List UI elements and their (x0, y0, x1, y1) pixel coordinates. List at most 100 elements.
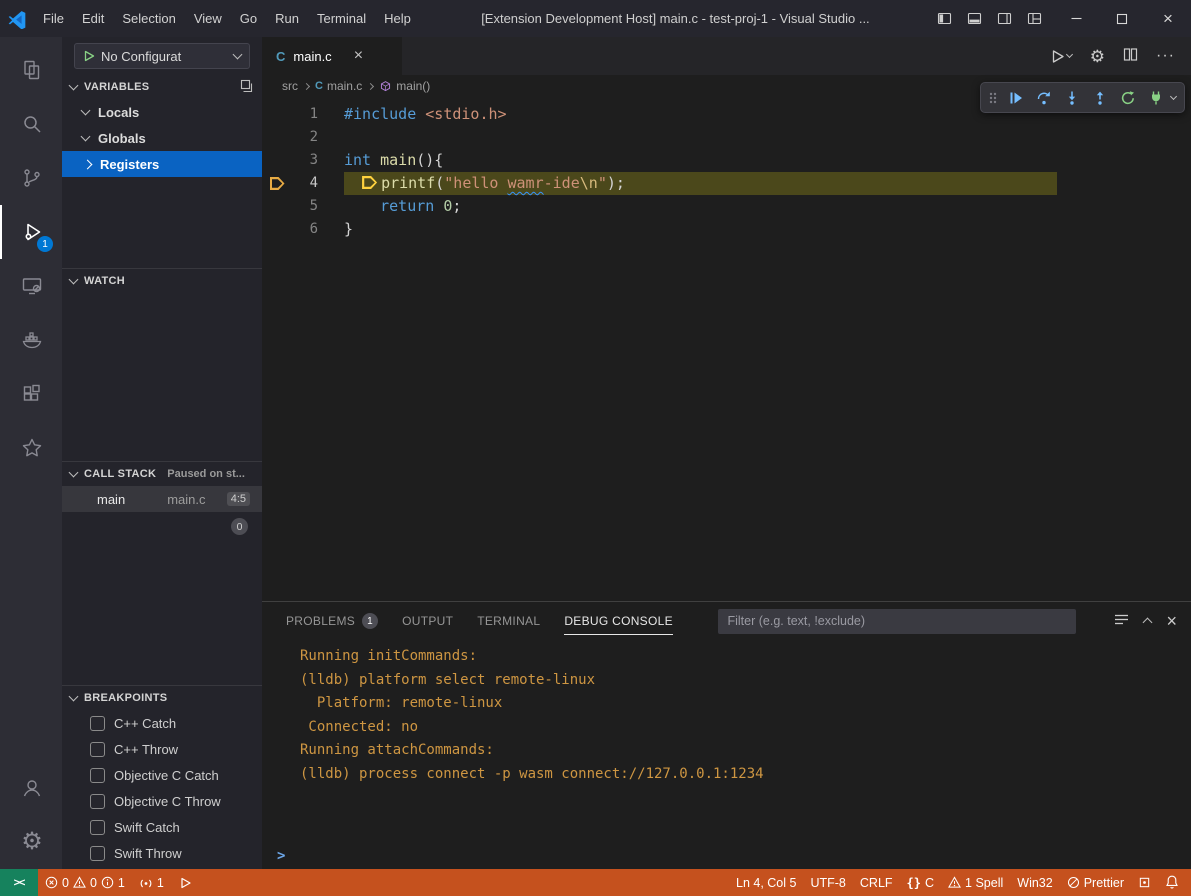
breakpoint-item[interactable]: Objective C Catch (62, 762, 262, 788)
remote-indicator[interactable]: >< (0, 869, 38, 896)
code-line-6[interactable]: 6} (262, 218, 1191, 241)
variables-header[interactable]: VARIABLES (62, 75, 262, 99)
variables-item-registers[interactable]: Registers (62, 151, 262, 177)
source-control-icon[interactable] (0, 151, 62, 205)
panel-tab-debug-console[interactable]: DEBUG CONSOLE (564, 602, 673, 640)
ports-status[interactable]: 1 (132, 869, 171, 896)
restart-button[interactable] (1115, 85, 1141, 111)
toggle-secondary-sidebar-icon[interactable] (991, 6, 1017, 32)
watch-header[interactable]: WATCH (62, 269, 262, 293)
language-mode[interactable]: {} C (900, 869, 941, 896)
gear-icon[interactable]: ⚙ (1090, 48, 1105, 65)
start-debug-icon[interactable] (83, 50, 95, 62)
menu-go[interactable]: Go (231, 0, 266, 37)
tab-main-c[interactable]: C main.c × (262, 37, 402, 75)
checkbox[interactable] (90, 742, 105, 757)
checkbox[interactable] (90, 768, 105, 783)
variables-item-locals[interactable]: Locals (62, 99, 262, 125)
extensions-icon[interactable] (0, 367, 62, 421)
collapse-all-icon[interactable] (240, 79, 254, 96)
chevron-down-icon[interactable] (1170, 92, 1177, 99)
drag-handle[interactable] (985, 85, 1001, 111)
debug-config-dropdown[interactable]: No Configurat (74, 43, 250, 69)
maximize-panel-icon[interactable] (1143, 618, 1153, 628)
stack-frame-row[interactable]: main main.c 4:5 (62, 486, 262, 512)
more-actions-icon[interactable]: ··· (1156, 47, 1175, 65)
code-line-5[interactable]: 5 return 0; (262, 195, 1191, 218)
search-icon[interactable] (0, 97, 62, 151)
maximize-button[interactable] (1099, 0, 1145, 37)
minimize-button[interactable] (1053, 0, 1099, 37)
call-stack-header[interactable]: CALL STACK Paused on st... (62, 462, 262, 486)
breakpoint-item[interactable]: Swift Throw (62, 840, 262, 866)
spell-checker-status[interactable]: 1 Spell (941, 869, 1010, 896)
variables-item-globals[interactable]: Globals (62, 125, 262, 151)
breakpoint-item[interactable]: Objective C Throw (62, 788, 262, 814)
code-line-3[interactable]: 3int main(){ (262, 149, 1191, 172)
problems-status[interactable]: 0 0 1 (38, 869, 132, 896)
eol-sequence[interactable]: CRLF (853, 869, 900, 896)
breakpoints-header[interactable]: BREAKPOINTS (62, 686, 262, 710)
remote-explorer-icon[interactable] (0, 259, 62, 313)
console-options-icon[interactable] (1114, 613, 1129, 629)
paused-breakpoint-icon[interactable] (262, 172, 292, 195)
debug-console[interactable]: Running initCommands:(lldb) platform sel… (262, 640, 1191, 843)
run-and-debug-icon[interactable]: 1 (0, 205, 62, 259)
breakpoint-item[interactable]: C++ Throw (62, 736, 262, 762)
breakpoint-item[interactable]: Swift Catch (62, 814, 262, 840)
code-editor[interactable]: 1#include <stdio.h>23int main(){4 printf… (262, 97, 1191, 601)
run-file-button[interactable] (1050, 49, 1072, 64)
menu-edit[interactable]: Edit (73, 0, 113, 37)
explorer-icon[interactable] (0, 43, 62, 97)
menu-view[interactable]: View (185, 0, 231, 37)
console-input-row[interactable]: > (262, 843, 1191, 869)
account-icon[interactable] (0, 761, 62, 815)
breadcrumb-file[interactable]: C main.c (315, 79, 362, 93)
console-filter-input[interactable] (718, 609, 1076, 634)
formatter-status[interactable]: Prettier (1060, 869, 1131, 896)
glyph-margin[interactable] (262, 149, 292, 172)
notifications-bell-icon[interactable] (1158, 869, 1191, 896)
glyph-margin[interactable] (262, 126, 292, 149)
docker-icon[interactable] (0, 313, 62, 367)
panel-tab-terminal[interactable]: TERMINAL (477, 602, 540, 640)
toggle-sidebar-icon[interactable] (931, 6, 957, 32)
close-button[interactable]: × (1145, 0, 1191, 37)
menu-terminal[interactable]: Terminal (308, 0, 375, 37)
close-panel-icon[interactable]: × (1166, 611, 1177, 632)
step-out-button[interactable] (1087, 85, 1113, 111)
cursor-position[interactable]: Ln 4, Col 5 (729, 869, 803, 896)
glyph-margin[interactable] (262, 218, 292, 241)
checkbox[interactable] (90, 846, 105, 861)
disconnect-button[interactable] (1143, 85, 1169, 111)
code-line-4[interactable]: 4 printf("hello wamr-ide\n"); (262, 172, 1191, 195)
breakpoint-item[interactable]: C++ Catch (62, 710, 262, 736)
checkbox[interactable] (90, 716, 105, 731)
checkbox[interactable] (90, 794, 105, 809)
glyph-margin[interactable] (262, 103, 292, 126)
menu-run[interactable]: Run (266, 0, 308, 37)
menu-file[interactable]: File (34, 0, 73, 37)
star-icon[interactable] (0, 421, 62, 475)
continue-button[interactable] (1003, 85, 1029, 111)
tab-close-icon[interactable]: × (354, 47, 363, 65)
glyph-margin[interactable] (262, 195, 292, 218)
platform-target[interactable]: Win32 (1010, 869, 1059, 896)
extension-status-icon[interactable] (1131, 869, 1158, 896)
step-into-button[interactable] (1059, 85, 1085, 111)
breadcrumb-symbol[interactable]: main() (379, 79, 430, 93)
menu-selection[interactable]: Selection (113, 0, 184, 37)
checkbox[interactable] (90, 820, 105, 835)
step-over-button[interactable] (1031, 85, 1057, 111)
toggle-panel-icon[interactable] (961, 6, 987, 32)
breadcrumb-folder[interactable]: src (282, 79, 298, 93)
encoding[interactable]: UTF-8 (803, 869, 852, 896)
panel-tab-output[interactable]: OUTPUT (402, 602, 453, 640)
debug-status-icon[interactable] (171, 869, 199, 896)
menu-help[interactable]: Help (375, 0, 420, 37)
settings-gear-icon[interactable]: ⚙ (0, 815, 62, 869)
customize-layout-icon[interactable] (1021, 6, 1047, 32)
panel-tab-problems[interactable]: PROBLEMS1 (286, 602, 378, 640)
split-editor-icon[interactable] (1123, 47, 1138, 65)
code-line-2[interactable]: 2 (262, 126, 1191, 149)
